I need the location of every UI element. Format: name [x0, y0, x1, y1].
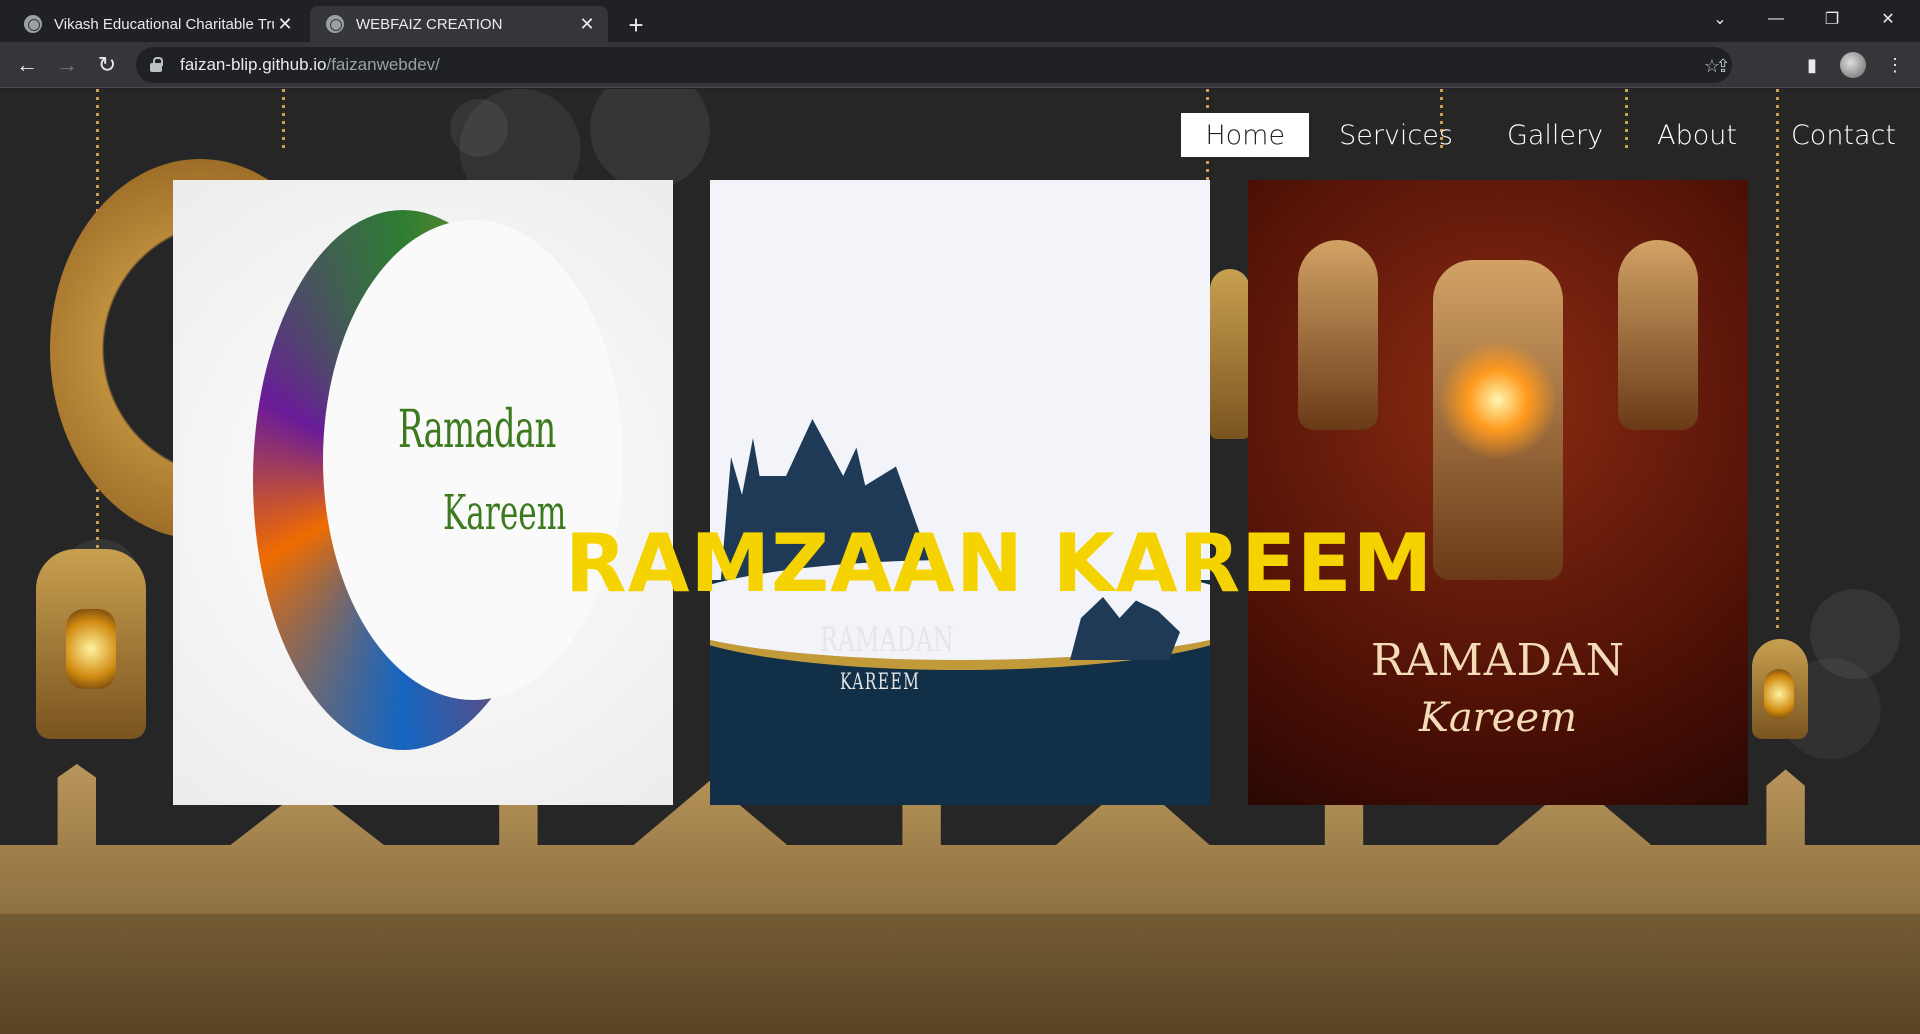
card-line2: Kareem [1418, 695, 1578, 741]
card-line2: Kareem [443, 485, 567, 541]
bokeh-light [590, 89, 710, 189]
nav-contact[interactable]: Contact [1767, 113, 1920, 157]
page-headline: RAMZAAN KAREEM [565, 517, 1434, 610]
lantern-chain [282, 89, 285, 149]
card-line1: RAMADAN [820, 620, 954, 660]
crescent-cutout [323, 220, 623, 700]
new-tab-button[interactable]: + [620, 9, 652, 41]
card-line1: Ramadan [398, 400, 556, 460]
lantern-decoration [36, 549, 146, 739]
nav-services[interactable]: Services [1315, 113, 1477, 157]
gallery-card-lanterns: RAMADAN Kareem [1248, 180, 1748, 805]
mosque-arches [0, 914, 1920, 1034]
tab-strip: Vikash Educational Charitable Tru ✕ WEBF… [0, 0, 1920, 42]
side-panel-icon[interactable]: ▮ [1795, 48, 1829, 82]
browser-toolbar: ← → ↻ faizan-blip.github.io/faizanwebdev… [0, 42, 1920, 88]
menu-kebab-icon[interactable]: ⋮ [1878, 48, 1912, 82]
lantern-illustration [1618, 240, 1698, 430]
nav-gallery[interactable]: Gallery [1483, 113, 1627, 157]
bookmark-star-icon[interactable]: ☆ [1699, 53, 1725, 79]
lantern-decoration [1752, 639, 1808, 739]
url-path: /faizanwebdev/ [326, 55, 440, 74]
close-window-button[interactable]: ✕ [1860, 0, 1916, 38]
restore-button[interactable]: ❐ [1804, 0, 1860, 38]
profile-avatar[interactable] [1836, 48, 1870, 82]
globe-icon [326, 15, 344, 33]
webpage: Home Services Gallery About Contact Rama… [0, 89, 1920, 1034]
site-nav: Home Services Gallery About Contact [1175, 113, 1920, 157]
tab-vikash[interactable]: Vikash Educational Charitable Tru ✕ [8, 6, 306, 42]
gallery-card-mosque: RAMADAN KAREEM [710, 180, 1210, 805]
card-line1: RAMADAN [1370, 635, 1626, 686]
close-tab-icon[interactable]: ✕ [576, 13, 598, 35]
gallery-card-crescent: Ramadan Kareem [173, 180, 673, 805]
url-host: faizan-blip.github.io [180, 55, 327, 74]
nav-home[interactable]: Home [1181, 113, 1310, 157]
tab-title: WEBFAIZ CREATION [356, 15, 503, 33]
tab-title: Vikash Educational Charitable Tru [54, 15, 274, 33]
tab-webfaiz[interactable]: WEBFAIZ CREATION ✕ [310, 6, 608, 42]
tab-search-chevron-icon[interactable]: ⌄ [1692, 0, 1748, 38]
reload-button[interactable]: ↻ [90, 48, 124, 82]
lantern-chain [1776, 89, 1779, 629]
bokeh-light [1810, 589, 1900, 679]
lantern-decoration [1210, 269, 1250, 439]
lantern-illustration [1298, 240, 1378, 430]
lantern-glow [1438, 340, 1558, 460]
card-line2: KAREEM [840, 670, 921, 695]
forward-button[interactable]: → [50, 48, 84, 82]
nav-about[interactable]: About [1633, 113, 1761, 157]
bokeh-light [450, 99, 508, 157]
lock-icon[interactable] [150, 57, 164, 73]
close-tab-icon[interactable]: ✕ [274, 13, 296, 35]
back-button[interactable]: ← [10, 48, 44, 82]
globe-icon [24, 15, 42, 33]
minimize-button[interactable]: — [1748, 0, 1804, 38]
address-bar[interactable]: faizan-blip.github.io/faizanwebdev/ ⇪ ☆ [136, 47, 1732, 83]
